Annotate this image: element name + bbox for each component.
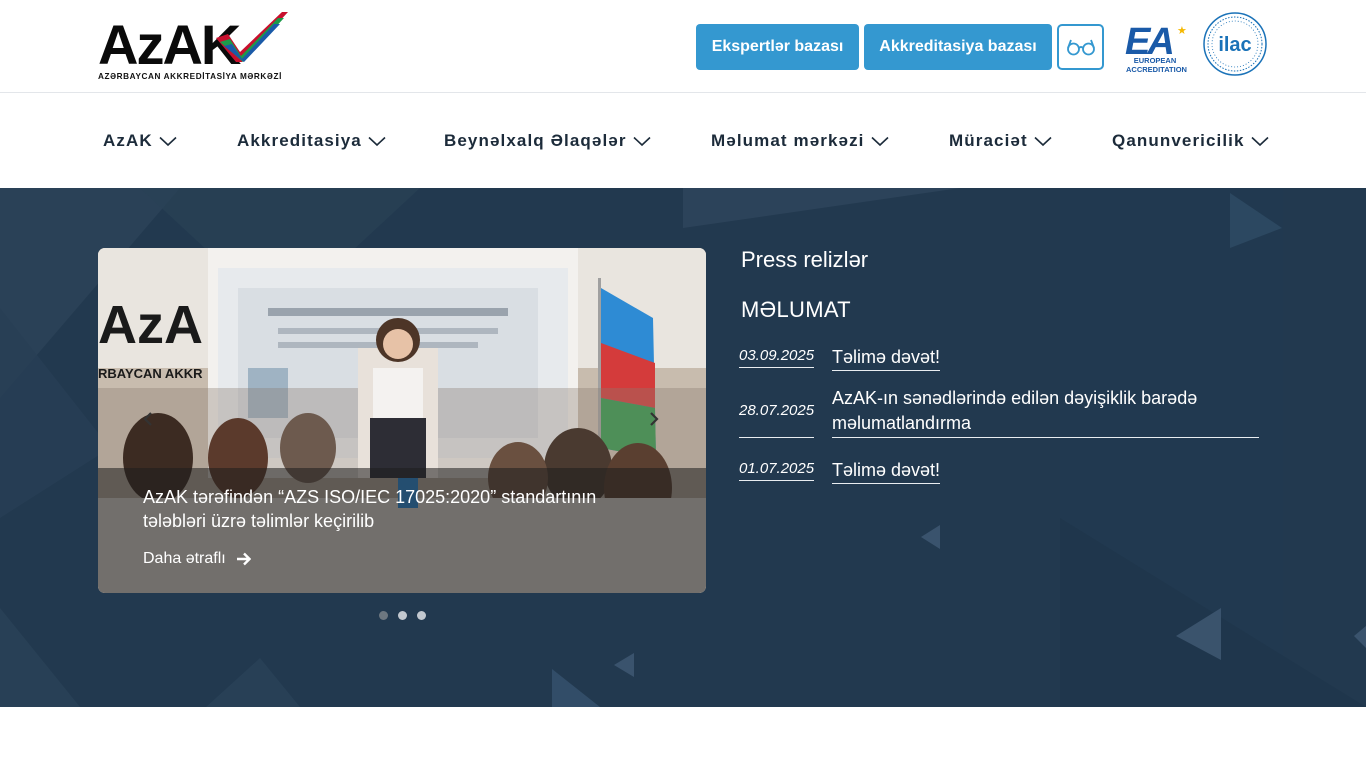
hero-section: AzA RBAYCAN AKKR AzAK tərəfindən “AZS IS…	[0, 188, 1366, 707]
slider-next-button[interactable]	[648, 411, 660, 432]
azak-logo[interactable]: AzAK AZƏRBAYCAN AKKREDİTASİYA MƏRKƏZİ	[98, 12, 288, 84]
european-accreditation-logo[interactable]: EA ★ EUROPEAN ACCREDITATION	[1124, 22, 1188, 78]
svg-text:AzA: AzA	[98, 295, 203, 355]
press-section-title: MƏLUMAT	[741, 297, 851, 322]
slider-dot[interactable]	[379, 611, 388, 620]
press-item: 03.09.2025 Təlimə dəvət!	[739, 345, 941, 371]
read-more-label: Daha ətraflı	[143, 550, 226, 567]
accreditation-database-button[interactable]: Akkreditasiya bazası	[864, 24, 1052, 70]
nav-item-international-relations[interactable]: Beynəlxalq Əlaqələr	[444, 131, 651, 151]
nav-label: Qanunvericilik	[1112, 131, 1245, 150]
logo-subtitle: AZƏRBAYCAN AKKREDİTASİYA MƏRKƏZİ	[98, 72, 282, 81]
nav-label: Məlumat mərkəzi	[711, 131, 865, 150]
chevron-down-icon	[159, 136, 177, 147]
news-slider[interactable]: AzA RBAYCAN AKKR AzAK tərəfindən “AZS IS…	[98, 248, 706, 593]
chevron-down-icon	[1034, 136, 1052, 147]
arrow-right-icon	[236, 552, 251, 566]
press-item: 28.07.2025 AzAK-ın sənədlərində edilən d…	[739, 386, 1259, 438]
nav-label: Müraciət	[949, 131, 1028, 150]
chevron-down-icon	[632, 136, 651, 147]
slider-dot[interactable]	[398, 611, 407, 620]
checkmark-icon	[216, 12, 288, 62]
read-more-link[interactable]: Daha ətraflı	[143, 550, 251, 568]
press-item-date: 01.07.2025	[739, 460, 814, 481]
slider-prev-button[interactable]	[142, 411, 154, 432]
press-item-link[interactable]: AzAK-ın sənədlərində edilən dəyişiklik b…	[832, 386, 1259, 438]
nav-item-akkreditasiya[interactable]: Akkreditasiya	[237, 131, 386, 151]
nav-label: Akkreditasiya	[237, 131, 362, 150]
nav-item-application[interactable]: Müraciət	[949, 131, 1052, 151]
nav-item-information-center[interactable]: Məlumat mərkəzi	[711, 131, 889, 151]
press-item-link[interactable]: Təlimə dəvət!	[832, 345, 941, 371]
ea-caption: EUROPEAN ACCREDITATION	[1126, 56, 1187, 74]
chevron-left-icon	[143, 412, 152, 426]
site-header: AzAK AZƏRBAYCAN AKKREDİTASİYA MƏRKƏZİ Ek…	[0, 0, 1366, 93]
chevron-down-icon	[1251, 136, 1269, 147]
slider-pagination	[379, 611, 426, 620]
nav-label: AzAK	[103, 131, 153, 150]
slide-caption: AzAK tərəfindən “AZS ISO/IEC 17025:2020”…	[98, 468, 706, 593]
chevron-down-icon	[368, 136, 386, 147]
svg-text:ilac: ilac	[1218, 34, 1251, 56]
nav-item-azak[interactable]: AzAK	[103, 131, 177, 151]
slide-title[interactable]: AzAK tərəfindən “AZS ISO/IEC 17025:2020”…	[143, 485, 643, 533]
press-releases-title: Press relizlər	[741, 247, 869, 272]
slider-dot[interactable]	[417, 611, 426, 620]
press-item-link[interactable]: Təlimə dəvət!	[832, 458, 941, 484]
press-item-date: 03.09.2025	[739, 347, 814, 368]
nav-item-legislation[interactable]: Qanunvericilik	[1112, 131, 1269, 151]
svg-text:RBAYCAN AKKR: RBAYCAN AKKR	[98, 366, 203, 381]
experts-database-button[interactable]: Ekspertlər bazası	[696, 24, 859, 70]
press-item-date: 28.07.2025	[739, 402, 814, 438]
glasses-icon	[1066, 39, 1095, 56]
star-icon: ★	[1177, 25, 1187, 37]
main-navigation: AzAK Akkreditasiya Beynəlxalq Əlaqələr M…	[0, 93, 1366, 188]
chevron-down-icon	[870, 136, 889, 147]
nav-label: Beynəlxalq Əlaqələr	[444, 131, 627, 150]
accessibility-button[interactable]	[1057, 24, 1104, 70]
chevron-right-icon	[650, 412, 659, 426]
press-item: 01.07.2025 Təlimə dəvət!	[739, 458, 941, 484]
ilac-logo[interactable]: ilac	[1203, 12, 1267, 76]
